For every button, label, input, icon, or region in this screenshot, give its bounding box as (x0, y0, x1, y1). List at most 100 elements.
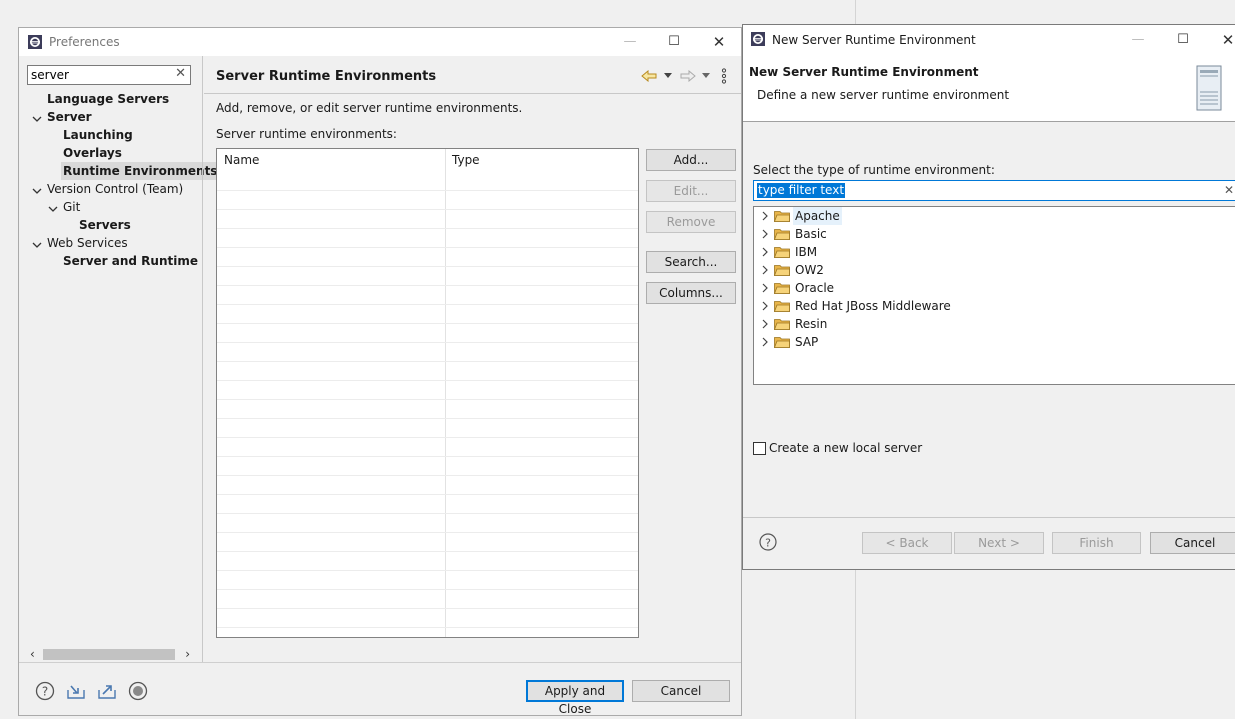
tree-item-launching[interactable]: Launching (63, 126, 133, 144)
tree-item-runtime-environments[interactable]: Runtime Environments (61, 162, 220, 180)
view-menu-icon[interactable] (721, 68, 727, 84)
cancel-button[interactable]: Cancel (632, 680, 730, 702)
svg-text:?: ? (42, 685, 48, 699)
table-row-line (217, 551, 638, 552)
forward-dropdown-icon[interactable] (702, 73, 710, 79)
chevron-down-icon[interactable] (32, 114, 42, 124)
record-icon[interactable] (128, 681, 148, 701)
tree-item-server-and-runtime[interactable]: Server and Runtime (63, 252, 198, 270)
back-arrow-icon[interactable] (641, 70, 657, 82)
dialog-cancel-button[interactable]: Cancel (1150, 532, 1235, 554)
preferences-title: Preferences (49, 35, 120, 49)
new-server-runtime-dialog: New Server Runtime Environment — ☐ ✕ New… (742, 24, 1235, 570)
add-button[interactable]: Add... (646, 149, 736, 171)
folder-icon (774, 211, 790, 222)
preferences-window: Preferences — ☐ ✕ ✕ Language Servers Ser… (18, 27, 742, 716)
maximize-button[interactable]: ☐ (1168, 29, 1198, 51)
search-button[interactable]: Search... (646, 251, 736, 273)
finish-button[interactable]: Finish (1052, 532, 1141, 554)
table-row-line (217, 323, 638, 324)
folder-icon (774, 265, 790, 276)
minimize-button[interactable]: — (615, 31, 645, 53)
folder-icon (774, 247, 790, 258)
preferences-titlebar: Preferences — ☐ ✕ (19, 28, 741, 56)
runtime-category-label: Basic (795, 227, 827, 241)
footer-separator (19, 662, 741, 663)
close-button[interactable]: ✕ (704, 31, 734, 53)
chevron-right-icon[interactable] (760, 229, 770, 239)
table-row-line (217, 418, 638, 419)
tree-item-language-servers[interactable]: Language Servers (47, 90, 169, 108)
tree-horizontal-scrollbar[interactable]: ‹ › (27, 646, 193, 663)
runtime-category-label: IBM (795, 245, 818, 259)
scrollbar-thumb[interactable] (43, 649, 175, 660)
folder-icon (774, 319, 790, 330)
chevron-right-icon[interactable] (760, 337, 770, 347)
dialog-footer-separator (743, 517, 1235, 518)
list-label: Server runtime environments: (216, 127, 397, 141)
chevron-down-icon[interactable] (32, 240, 42, 250)
dialog-titlebar: New Server Runtime Environment — ☐ ✕ (743, 25, 1235, 55)
scroll-left-icon[interactable]: ‹ (30, 646, 35, 663)
chevron-right-icon[interactable] (760, 283, 770, 293)
table-row-line (217, 570, 638, 571)
back-dropdown-icon[interactable] (664, 73, 672, 79)
tree-item-overlays[interactable]: Overlays (63, 144, 122, 162)
clear-filter-icon[interactable]: ✕ (1224, 183, 1234, 197)
runtime-environments-table[interactable]: Name Type (216, 148, 639, 638)
column-header-type[interactable]: Type (445, 149, 480, 171)
forward-arrow-icon[interactable] (680, 70, 696, 82)
chevron-down-icon[interactable] (48, 204, 58, 214)
export-icon[interactable] (97, 681, 117, 701)
columns-button[interactable]: Columns... (646, 282, 736, 304)
apply-and-close-button[interactable]: Apply and Close (526, 680, 624, 716)
page-header-separator (204, 93, 741, 94)
tree-item-git[interactable]: Git (63, 198, 80, 216)
table-row-line (217, 342, 638, 343)
chevron-down-icon[interactable] (32, 186, 42, 196)
table-row-line (217, 380, 638, 381)
chevron-right-icon[interactable] (760, 319, 770, 329)
tree-item-web-services[interactable]: Web Services (47, 234, 128, 252)
remove-button[interactable]: Remove (646, 211, 736, 233)
runtime-category-label: Oracle (795, 281, 835, 295)
edit-button[interactable]: Edit... (646, 180, 736, 202)
create-local-server-label[interactable]: Create a new local server (769, 441, 922, 455)
column-separator[interactable] (445, 149, 446, 637)
runtime-filter-text[interactable]: type filter text (757, 183, 846, 198)
dialog-title: New Server Runtime Environment (772, 33, 976, 47)
runtime-category-label: OW2 (795, 263, 824, 277)
table-row-line (217, 532, 638, 533)
table-row-line (217, 589, 638, 590)
minimize-button[interactable]: — (1123, 29, 1153, 51)
runtime-type-tree[interactable]: Apache Basic IBM OW2 Oracle Red Hat JBoss Mid… (753, 206, 1235, 385)
preferences-filter-field[interactable]: ✕ (27, 65, 191, 85)
chevron-right-icon[interactable] (760, 301, 770, 311)
create-local-server-checkbox[interactable] (753, 442, 766, 455)
column-header-name[interactable]: Name (217, 149, 259, 171)
tree-item-server[interactable]: Server (47, 108, 92, 126)
back-button[interactable]: < Back (862, 532, 952, 554)
help-icon[interactable]: ? (35, 681, 55, 701)
table-row-line (217, 608, 638, 609)
preferences-filter-input[interactable] (31, 67, 171, 83)
chevron-right-icon[interactable] (760, 211, 770, 221)
dialog-header-description: Define a new server runtime environment (757, 88, 1010, 102)
import-icon[interactable] (66, 681, 86, 701)
close-button[interactable]: ✕ (1213, 29, 1235, 51)
chevron-right-icon[interactable] (760, 265, 770, 275)
tree-item-servers[interactable]: Servers (79, 216, 131, 234)
table-row-line (217, 494, 638, 495)
next-button[interactable]: Next > (954, 532, 1044, 554)
help-icon[interactable]: ? (759, 533, 777, 551)
scroll-right-icon[interactable]: › (185, 646, 190, 663)
table-row-line (217, 266, 638, 267)
runtime-category-label: SAP (795, 335, 819, 349)
tree-item-version-control[interactable]: Version Control (Team) (47, 180, 183, 198)
maximize-button[interactable]: ☐ (659, 31, 689, 53)
sash-divider[interactable] (202, 56, 203, 662)
chevron-right-icon[interactable] (760, 247, 770, 257)
clear-filter-icon[interactable]: ✕ (175, 66, 186, 81)
folder-icon (774, 283, 790, 294)
runtime-filter-field[interactable]: type filter text ✕ (753, 180, 1235, 201)
